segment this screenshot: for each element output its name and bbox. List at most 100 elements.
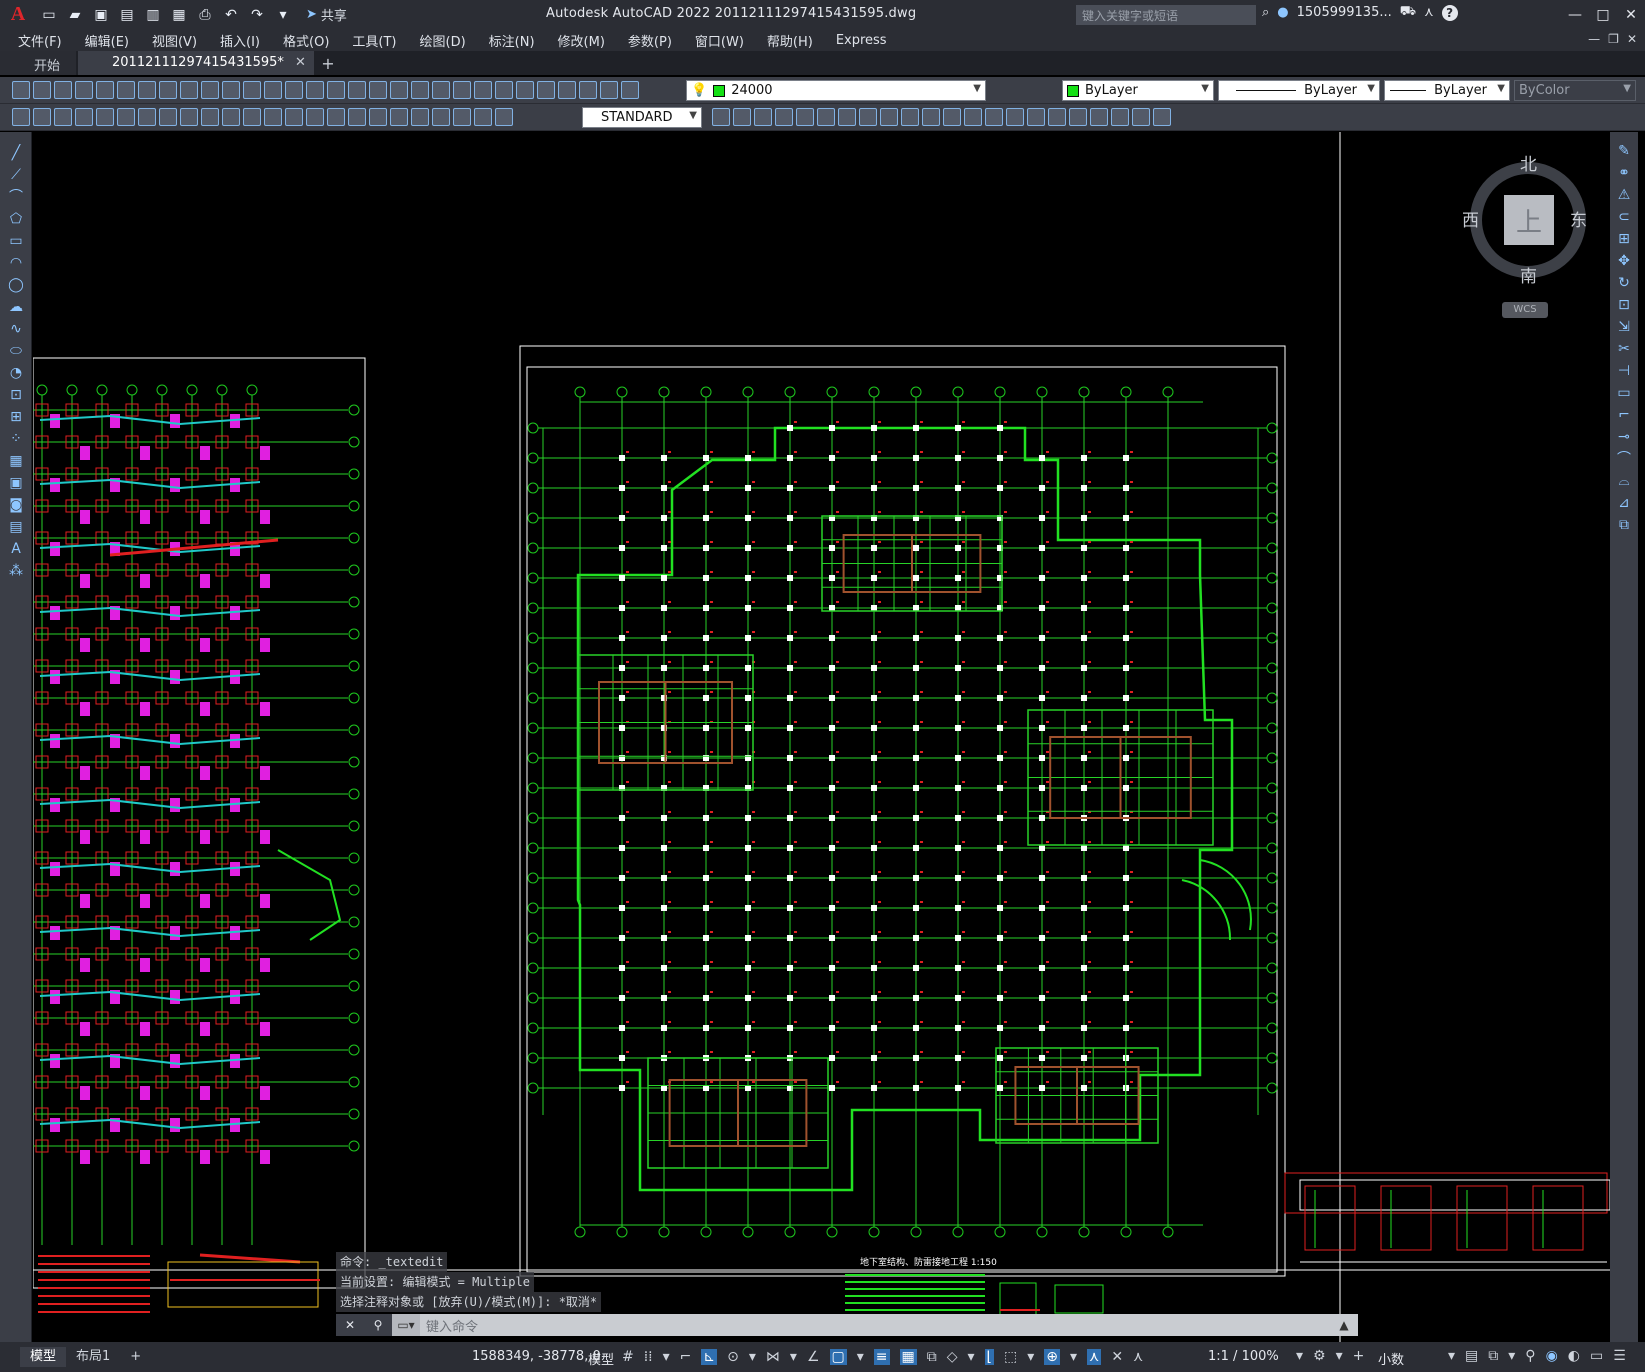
standard-tool-icon[interactable]: [12, 81, 30, 99]
draw-tool-icon[interactable]: ◔: [7, 364, 25, 382]
dimension-tool-icon[interactable]: [138, 108, 156, 126]
object-snap-tracking-icon[interactable]: ∠: [807, 1349, 820, 1365]
dimension-tool-icon[interactable]: [117, 108, 135, 126]
tab-drawing[interactable]: 20112111297415431595* ✕: [78, 51, 314, 75]
draw-tool-icon[interactable]: A: [7, 540, 25, 558]
modify-tool-icon[interactable]: ⊿: [1615, 494, 1633, 512]
doc-minimize-icon[interactable]: —: [1588, 32, 1600, 46]
units-value[interactable]: 小数: [1378, 1349, 1404, 1368]
modify-tool-icon[interactable]: [1048, 108, 1066, 126]
lock-ui-icon[interactable]: ⧉: [1488, 1348, 1498, 1364]
standard-tool-icon[interactable]: [432, 81, 450, 99]
dimension-tool-icon[interactable]: [12, 108, 30, 126]
search-input[interactable]: 键入关键字或短语: [1076, 5, 1256, 25]
menu-item[interactable]: 参数(P): [628, 31, 672, 50]
maximize-icon[interactable]: □: [1589, 0, 1617, 29]
modify-tool-icon[interactable]: [1111, 108, 1129, 126]
menu-item[interactable]: 编辑(E): [85, 31, 129, 50]
performance-icon[interactable]: ◐: [1568, 1348, 1580, 1364]
draw-tool-icon[interactable]: ☁: [7, 298, 25, 316]
redo-icon[interactable]: ↷: [246, 4, 268, 26]
draw-tool-icon[interactable]: ⬠: [7, 210, 25, 228]
undo-icon[interactable]: ↶: [220, 4, 242, 26]
dimension-tool-icon[interactable]: [159, 108, 177, 126]
draw-tool-icon[interactable]: ╱: [7, 144, 25, 162]
menu-item[interactable]: 帮助(H): [767, 31, 813, 50]
clean-screen-icon[interactable]: ▭: [1590, 1348, 1603, 1364]
ortho-icon[interactable]: ⊾: [701, 1349, 718, 1365]
viewcube-east[interactable]: 东: [1570, 206, 1587, 231]
standard-tool-icon[interactable]: [579, 81, 597, 99]
tab-start[interactable]: 开始: [0, 51, 77, 75]
menu-item[interactable]: Express: [836, 33, 887, 48]
standard-tool-icon[interactable]: [285, 81, 303, 99]
standard-tool-icon[interactable]: [453, 81, 471, 99]
dimension-tool-icon[interactable]: [495, 108, 513, 126]
modify-tool-icon[interactable]: [775, 108, 793, 126]
viewcube-south[interactable]: 南: [1520, 262, 1537, 287]
command-recent-icon[interactable]: ▭▾: [392, 1314, 420, 1336]
dimension-tool-icon[interactable]: [432, 108, 450, 126]
standard-tool-icon[interactable]: [117, 81, 135, 99]
draw-tool-icon[interactable]: ⬭: [7, 342, 25, 360]
help-icon[interactable]: ?: [1441, 4, 1458, 21]
chevron-down-icon[interactable]: ▾: [749, 1349, 756, 1365]
modify-tool-icon[interactable]: [754, 108, 772, 126]
modify-tool-icon[interactable]: ✎: [1615, 142, 1633, 160]
dimension-tool-icon[interactable]: [75, 108, 93, 126]
autocad-logo[interactable]: A: [0, 0, 36, 29]
chevron-down-icon[interactable]: ▾: [1448, 1348, 1455, 1364]
modify-tool-icon[interactable]: [901, 108, 919, 126]
annotation-scale-value[interactable]: 1:1 / 100%: [1208, 1349, 1279, 1364]
modify-tool-icon[interactable]: [733, 108, 751, 126]
user-icon[interactable]: ●: [1277, 5, 1288, 20]
color-dropdown[interactable]: ByLayer ▼: [1062, 80, 1214, 101]
modify-tool-icon[interactable]: ⊞: [1615, 230, 1633, 248]
command-input[interactable]: 键入命令: [420, 1316, 1330, 1335]
dimension-tool-icon[interactable]: [306, 108, 324, 126]
command-expand-icon[interactable]: ▲: [1330, 1314, 1358, 1336]
chevron-down-icon[interactable]: ▾: [663, 1349, 670, 1365]
chevron-down-icon[interactable]: ▾: [857, 1349, 864, 1365]
draw-tool-icon[interactable]: ⁂: [7, 562, 25, 580]
minimize-icon[interactable]: —: [1561, 0, 1589, 29]
modify-tool-icon[interactable]: [1132, 108, 1150, 126]
menu-item[interactable]: 标注(N): [489, 31, 535, 50]
viewcube-top-face[interactable]: 上: [1504, 195, 1554, 245]
standard-tool-icon[interactable]: [264, 81, 282, 99]
chevron-down-icon[interactable]: ▾: [790, 1349, 797, 1365]
menu-item[interactable]: 格式(O): [283, 31, 329, 50]
modify-tool-icon[interactable]: [1069, 108, 1087, 126]
modify-tool-icon[interactable]: [985, 108, 1003, 126]
modify-tool-icon[interactable]: ⊣: [1615, 362, 1633, 380]
infer-constraints-icon[interactable]: ⌐: [680, 1349, 692, 1365]
modify-tool-icon[interactable]: ⚠: [1615, 186, 1633, 204]
modify-tool-icon[interactable]: ⌓: [1615, 472, 1633, 490]
draw-tool-icon[interactable]: ⁘: [7, 430, 25, 448]
standard-tool-icon[interactable]: [495, 81, 513, 99]
standard-tool-icon[interactable]: [327, 81, 345, 99]
dimension-tool-icon[interactable]: [369, 108, 387, 126]
dimension-tool-icon[interactable]: [348, 108, 366, 126]
dimension-tool-icon[interactable]: [390, 108, 408, 126]
menu-item[interactable]: 视图(V): [152, 31, 197, 50]
dimension-tool-icon[interactable]: [96, 108, 114, 126]
standard-tool-icon[interactable]: [54, 81, 72, 99]
standard-tool-icon[interactable]: [180, 81, 198, 99]
annotation-visibility-icon[interactable]: ⋏: [1087, 1349, 1102, 1365]
modify-tool-icon[interactable]: [712, 108, 730, 126]
print-icon[interactable]: ⎙: [194, 4, 216, 26]
modify-tool-icon[interactable]: ⚭: [1615, 164, 1633, 182]
standard-tool-icon[interactable]: [369, 81, 387, 99]
modify-tool-icon[interactable]: [817, 108, 835, 126]
draw-tool-icon[interactable]: ⊡: [7, 386, 25, 404]
tab-close-icon[interactable]: ✕: [295, 55, 306, 70]
command-close-icon[interactable]: ✕: [336, 1314, 364, 1336]
dimension-tool-icon[interactable]: [54, 108, 72, 126]
dimension-tool-icon[interactable]: [285, 108, 303, 126]
modify-tool-icon[interactable]: ✂: [1615, 340, 1633, 358]
modify-tool-icon[interactable]: ⊡: [1615, 296, 1633, 314]
doc-restore-icon[interactable]: ❐: [1608, 32, 1619, 46]
export-icon[interactable]: ▦: [168, 4, 190, 26]
menu-item[interactable]: 插入(I): [220, 31, 260, 50]
